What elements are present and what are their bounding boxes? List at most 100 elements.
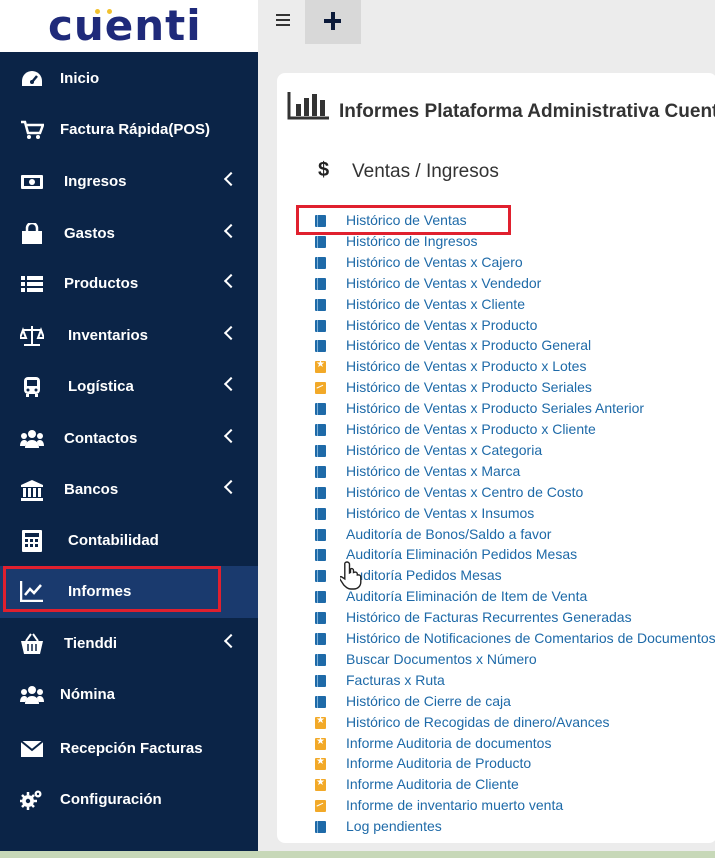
sidebar-item-ingresos[interactable]: Ingresos: [0, 161, 258, 203]
book-icon: [315, 424, 326, 436]
book-icon: [315, 299, 326, 311]
sidebar-item-configuracion[interactable]: Configuración: [0, 779, 258, 821]
hamburger-icon[interactable]: [276, 14, 290, 28]
sidebar-item-label: Ingresos: [64, 173, 127, 190]
report-link[interactable]: Histórico de Ventas x Vendedor: [346, 275, 541, 291]
sidebar-item-contabilidad[interactable]: Contabilidad: [0, 520, 258, 562]
report-link[interactable]: Informe Auditoria de documentos: [346, 735, 551, 751]
highlight-historico-ventas: [296, 205, 511, 235]
report-link[interactable]: Buscar Documentos x Número: [346, 651, 537, 667]
star-icon: [315, 756, 326, 770]
report-link[interactable]: Auditoría Eliminación Pedidos Mesas: [346, 546, 577, 562]
sidebar-item-label: Bancos: [64, 481, 119, 498]
book-icon: [315, 466, 326, 478]
sidebar-item-productos[interactable]: Productos: [0, 263, 258, 305]
chevron-left-icon: [223, 273, 239, 289]
sidebar-item-contactos[interactable]: Contactos: [0, 418, 258, 460]
dollar-icon: $: [318, 159, 330, 181]
book-icon: [315, 821, 326, 833]
star-icon: [315, 359, 326, 373]
top-bar: [258, 0, 715, 44]
book-icon: [315, 403, 326, 415]
sidebar: cuenti Inicio Factura Rápida(POS) Ingres…: [0, 0, 258, 858]
report-link[interactable]: Histórico de Ventas x Insumos: [346, 505, 534, 521]
sidebar-item-nomina[interactable]: Nómina: [0, 674, 258, 716]
book-icon: [315, 257, 326, 269]
report-link[interactable]: Histórico de Ventas x Producto: [346, 317, 537, 333]
sidebar-item-label: Inicio: [60, 70, 100, 87]
report-link[interactable]: Histórico de Facturas Recurrentes Genera…: [346, 609, 632, 625]
list-icon: [21, 276, 43, 292]
sidebar-item-label: Recepción Facturas: [60, 740, 203, 757]
report-link[interactable]: Histórico de Ventas x Categoria: [346, 442, 542, 458]
cart-icon: [21, 120, 44, 139]
report-link[interactable]: Facturas x Ruta: [346, 672, 445, 688]
book-icon: [315, 278, 326, 290]
report-link[interactable]: Histórico de Ventas x Centro de Costo: [346, 484, 583, 500]
highlight-informes: [3, 566, 221, 612]
book-icon: [315, 487, 326, 499]
sidebar-item-logistica[interactable]: Logística: [0, 366, 258, 408]
sidebar-item-factura-rapida[interactable]: Factura Rápida(POS): [0, 109, 258, 151]
sidebar-item-label: Inventarios: [68, 327, 149, 344]
book-icon: [315, 340, 326, 352]
sidebar-item-inventarios[interactable]: Inventarios: [0, 315, 258, 357]
report-link[interactable]: Histórico de Recogidas de dinero/Avances: [346, 714, 610, 730]
trend-icon: [315, 800, 326, 812]
bottom-strip: [0, 851, 715, 858]
chevron-left-icon: [223, 428, 239, 444]
cogs-icon: [20, 790, 42, 810]
users-icon: [20, 686, 44, 704]
sidebar-item-bancos[interactable]: Bancos: [0, 469, 258, 511]
star-icon: [315, 715, 326, 729]
money-icon: [21, 175, 43, 189]
report-link[interactable]: Auditoría de Bonos/Saldo a favor: [346, 526, 551, 542]
sidebar-item-inicio[interactable]: Inicio: [0, 58, 258, 100]
star-icon: [315, 736, 326, 750]
add-button[interactable]: [305, 0, 361, 44]
users-icon: [20, 430, 44, 448]
sidebar-item-label: Gastos: [64, 225, 115, 242]
hand-cursor-icon: [340, 561, 362, 590]
report-link[interactable]: Histórico de Ventas x Producto x Lotes: [346, 358, 586, 374]
sidebar-item-gastos[interactable]: Gastos: [0, 213, 258, 255]
sidebar-item-label: Nómina: [60, 686, 116, 703]
sidebar-item-label: Contactos: [64, 430, 138, 447]
report-link[interactable]: Histórico de Ingresos: [346, 233, 478, 249]
star-icon: [315, 777, 326, 791]
report-link[interactable]: Histórico de Ventas x Producto x Cliente: [346, 421, 596, 437]
scale-icon: [20, 326, 44, 346]
report-link[interactable]: Informe de inventario muerto venta: [346, 797, 563, 813]
bus-icon: [24, 377, 40, 397]
chevron-left-icon: [223, 633, 239, 649]
sidebar-item-recepcion-facturas[interactable]: Recepción Facturas: [0, 728, 258, 770]
book-icon: [315, 508, 326, 520]
report-link[interactable]: Informe Auditoria de Cliente: [346, 776, 519, 792]
report-link[interactable]: Histórico de Ventas x Cliente: [346, 296, 525, 312]
report-link[interactable]: Log pendientes: [346, 818, 442, 834]
chevron-left-icon: [223, 171, 239, 187]
report-link[interactable]: Histórico de Ventas x Marca: [346, 463, 520, 479]
bank-icon: [21, 480, 43, 501]
chevron-left-icon: [223, 479, 239, 495]
report-link[interactable]: Histórico de Ventas x Producto Seriales: [346, 379, 592, 395]
sidebar-item-tienddi[interactable]: Tienddi: [0, 623, 258, 665]
book-icon: [315, 633, 326, 645]
sidebar-item-label: Tienddi: [64, 635, 118, 652]
trend-icon: [315, 382, 326, 394]
report-link[interactable]: Histórico de Cierre de caja: [346, 693, 511, 709]
book-icon: [315, 236, 326, 248]
report-link[interactable]: Histórico de Notificaciones de Comentari…: [346, 630, 715, 646]
report-link[interactable]: Informe Auditoria de Producto: [346, 755, 531, 771]
book-icon: [315, 675, 326, 687]
envelope-icon: [20, 740, 44, 757]
report-link[interactable]: Auditoría Eliminación de Item de Venta: [346, 588, 587, 604]
report-link[interactable]: Histórico de Ventas x Producto General: [346, 337, 591, 353]
sidebar-item-label: Factura Rápida(POS): [60, 121, 211, 138]
logo-area[interactable]: cuenti: [0, 0, 258, 52]
report-link[interactable]: Histórico de Ventas x Producto Seriales …: [346, 400, 644, 416]
report-link[interactable]: Histórico de Ventas x Cajero: [346, 254, 523, 270]
sidebar-item-label: Logística: [68, 378, 134, 395]
chevron-left-icon: [223, 223, 239, 239]
report-link[interactable]: Auditoría Pedidos Mesas: [346, 567, 502, 583]
